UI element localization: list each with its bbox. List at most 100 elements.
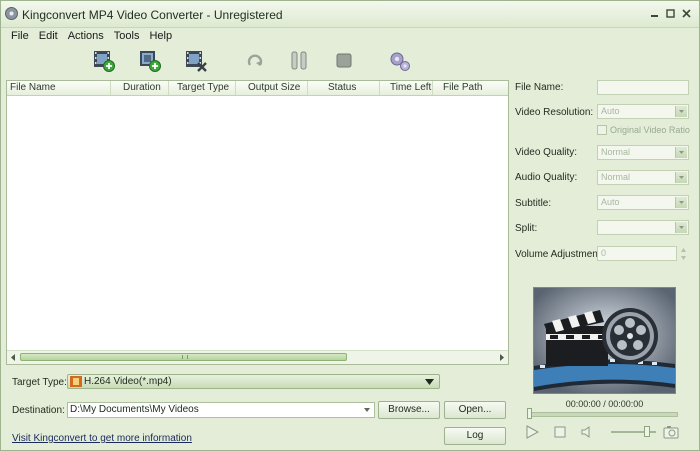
title-bar: Kingconvert MP4 Video Converter - Unregi… — [1, 1, 699, 28]
close-icon — [682, 9, 691, 18]
split-select[interactable] — [597, 220, 689, 235]
volume-spinner-icon[interactable] — [678, 245, 689, 263]
target-type-label: Target Type: — [12, 377, 67, 388]
clapperboard-film-reel-icon — [534, 288, 675, 393]
maximize-icon — [666, 9, 675, 18]
chevron-down-icon — [675, 106, 687, 117]
audio-quality-select[interactable]: Normal — [597, 170, 689, 185]
file-list[interactable]: File Name Duration Target Type Output Si… — [6, 80, 509, 365]
video-quality-select[interactable]: Normal — [597, 145, 689, 160]
video-resolution-select[interactable]: Auto — [597, 104, 689, 119]
settings-button[interactable] — [387, 48, 413, 74]
volume-slider-handle[interactable] — [644, 426, 650, 437]
menu-tools[interactable]: Tools — [109, 28, 145, 44]
destination-input[interactable]: D:\My Documents\My Videos — [67, 402, 375, 418]
audio-quality-value: Normal — [601, 172, 631, 182]
split-label: Split: — [515, 223, 538, 234]
window-title: Kingconvert MP4 Video Converter - Unregi… — [22, 8, 283, 22]
original-ratio-checkbox-row[interactable]: Original Video Ratio — [597, 125, 690, 135]
chevron-down-icon — [675, 197, 687, 208]
menu-actions[interactable]: Actions — [63, 28, 109, 44]
log-button[interactable]: Log — [444, 427, 506, 445]
close-button[interactable] — [680, 7, 693, 20]
chevron-down-icon — [425, 379, 434, 385]
film-strip-icon — [70, 376, 82, 387]
chevron-down-icon[interactable] — [361, 404, 373, 416]
app-logo-icon — [5, 7, 18, 20]
app-window: Kingconvert MP4 Video Converter - Unregi… — [0, 0, 700, 451]
target-type-select[interactable]: H.264 Video(*.mp4) — [67, 374, 440, 389]
browse-button[interactable]: Browse... — [378, 401, 440, 419]
minimize-icon — [651, 15, 658, 17]
menu-help[interactable]: Help — [144, 28, 177, 44]
menu-file[interactable]: File — [1, 28, 34, 44]
menu-bar: File Edit Actions Tools Help — [1, 28, 699, 44]
destination-label: Destination: — [12, 405, 65, 416]
toolbar — [1, 46, 699, 78]
volume-label: Volume Adjustment: — [515, 249, 604, 260]
scroll-right-icon[interactable] — [497, 353, 506, 362]
column-status[interactable]: Status — [308, 81, 380, 95]
destination-value: D:\My Documents\My Videos — [70, 404, 199, 415]
timecode: 00:00:00 / 00:00:00 — [565, 399, 644, 409]
column-duration[interactable]: Duration — [111, 81, 169, 95]
add-video-button[interactable] — [91, 48, 117, 74]
horizontal-scrollbar[interactable] — [7, 350, 508, 364]
subtitle-value: Auto — [601, 197, 620, 207]
audio-quality-label: Audio Quality: — [515, 172, 578, 183]
chevron-down-icon — [675, 222, 687, 233]
play-button[interactable] — [524, 425, 540, 439]
convert-button[interactable] — [242, 48, 268, 74]
column-file-path[interactable]: File Path — [433, 81, 508, 95]
speaker-icon — [581, 426, 590, 438]
chevron-down-icon — [675, 172, 687, 183]
video-quality-value: Normal — [601, 147, 631, 157]
target-type-value: H.264 Video(*.mp4) — [84, 376, 172, 387]
open-button[interactable]: Open... — [444, 401, 506, 419]
video-resolution-label: Video Resolution: — [515, 107, 594, 118]
minimize-button[interactable] — [648, 7, 661, 20]
pause-button[interactable] — [286, 48, 312, 74]
film-add-icon — [94, 51, 115, 72]
stop-icon — [336, 53, 352, 68]
play-icon — [526, 425, 540, 439]
scrollbar-thumb[interactable] — [20, 353, 347, 361]
seek-handle[interactable] — [527, 408, 532, 419]
column-target-type[interactable]: Target Type — [169, 81, 236, 95]
volume-value: 0 — [601, 248, 607, 258]
stop-preview-button[interactable] — [552, 425, 568, 439]
remove-button[interactable] — [183, 48, 209, 74]
kingconvert-info-link[interactable]: Visit Kingconvert to get more informatio… — [12, 433, 192, 444]
subtitle-select[interactable]: Auto — [597, 195, 689, 210]
stop-icon — [554, 426, 566, 438]
video-resolution-value: Auto — [601, 106, 620, 116]
column-output-size[interactable]: Output Size — [236, 81, 308, 95]
file-name-field[interactable] — [597, 80, 689, 95]
original-ratio-checkbox[interactable] — [597, 125, 607, 135]
mute-button[interactable] — [579, 425, 595, 439]
seek-bar[interactable] — [529, 412, 678, 417]
scroll-left-icon[interactable] — [9, 353, 18, 362]
video-quality-label: Video Quality: — [515, 147, 578, 158]
refresh-icon — [247, 54, 263, 66]
original-ratio-label: Original Video Ratio — [610, 125, 690, 135]
snapshot-button[interactable] — [663, 425, 679, 439]
file-name-label: File Name: — [515, 82, 564, 93]
scrollbar-grip — [182, 355, 188, 359]
folder-add-icon — [140, 51, 161, 72]
volume-input[interactable]: 0 — [597, 246, 677, 261]
menu-edit[interactable]: Edit — [34, 28, 63, 44]
gears-icon — [390, 52, 410, 71]
video-preview — [533, 287, 676, 394]
stop-button[interactable] — [331, 48, 357, 74]
pause-icon — [291, 51, 307, 70]
column-time-left[interactable]: Time Left — [380, 81, 433, 95]
table-header: File Name Duration Target Type Output Si… — [7, 81, 508, 96]
camera-icon — [663, 426, 679, 439]
film-remove-icon — [186, 51, 207, 72]
column-file-name[interactable]: File Name — [7, 81, 111, 95]
chevron-down-icon — [675, 147, 687, 158]
add-folder-button[interactable] — [137, 48, 163, 74]
subtitle-label: Subtitle: — [515, 198, 552, 209]
maximize-button[interactable] — [664, 7, 677, 20]
